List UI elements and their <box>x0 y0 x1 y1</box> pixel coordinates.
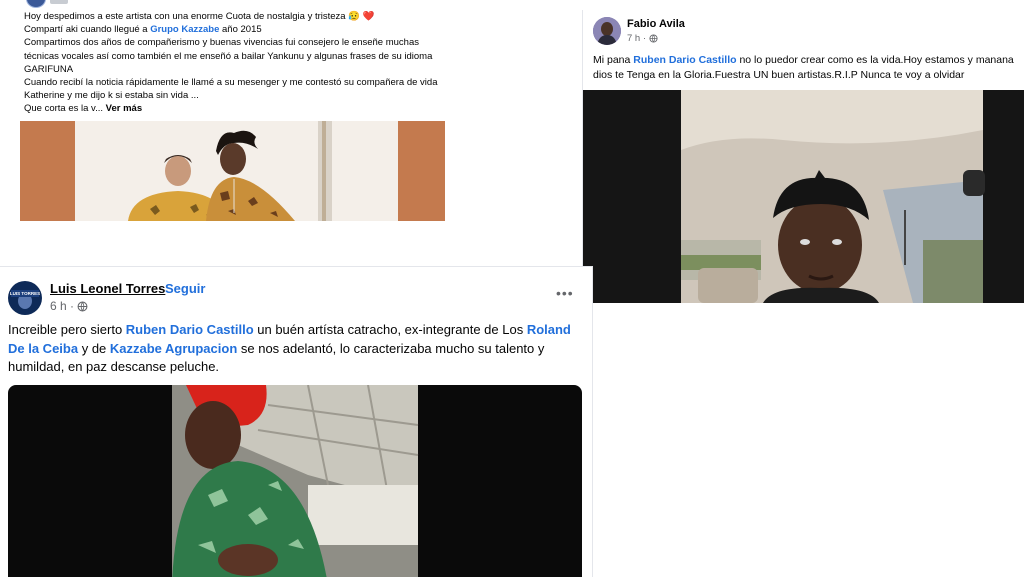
mention-link[interactable]: Kazzabe Agrupacion <box>110 341 237 356</box>
post-3: LUIS TORRES Luis Leonel Torres · Seguir … <box>0 266 593 577</box>
post-video[interactable] <box>8 385 582 577</box>
post-time: 7 h · <box>627 33 658 44</box>
see-more-link[interactable]: Ver más <box>106 103 142 114</box>
post-2: Fabio Avila 7 h · Mi pana Ruben Dario Ca… <box>582 10 1024 305</box>
post-photo[interactable] <box>20 121 445 221</box>
post-time: 6 h · <box>50 299 88 313</box>
author-name[interactable]: Fabio Avila <box>627 18 685 30</box>
post-line: Que corta es la v... Ver más <box>24 103 143 115</box>
author-avatar[interactable] <box>26 0 46 8</box>
post-line: Compartí aki cuando llegué a Grupo Kazza… <box>24 24 262 36</box>
globe-icon <box>77 301 88 312</box>
post-line: GARIFUNA <box>24 63 74 75</box>
post-1: Hoy despedimos a este artista con una en… <box>0 0 582 262</box>
post-line: Compartimos dos años de compañerismo y b… <box>24 37 419 49</box>
post-line: técnicas vocales así como también el me … <box>24 50 433 62</box>
mention-link[interactable]: Ruben Dario Castillo <box>126 322 254 337</box>
follow-button[interactable]: Seguir <box>165 281 205 296</box>
group-link[interactable]: Grupo Kazzabe <box>150 24 219 35</box>
author-avatar[interactable]: LUIS TORRES <box>8 281 42 315</box>
post-line: Cuando recibí la noticia rápidamente le … <box>24 77 438 89</box>
author-avatar[interactable] <box>593 17 621 45</box>
post-text: Hoy despedimos a este artista con una en… <box>24 10 454 116</box>
mention-link[interactable]: Ruben Dario Castillo <box>633 54 736 66</box>
post-photo[interactable] <box>583 90 1024 303</box>
separator-dot: · <box>158 281 163 296</box>
post-text: Increible pero sierto Ruben Dario Castil… <box>8 322 571 374</box>
more-options-icon[interactable]: ••• <box>556 285 574 301</box>
globe-icon <box>649 34 658 43</box>
post-text: Mi pana Ruben Dario Castillo no lo puedo… <box>593 54 1014 81</box>
post-line: Katherine y me dijo k si estaba sin vida… <box>24 90 199 102</box>
avatar-text: LUIS TORRES <box>9 291 41 296</box>
reaction-icons <box>50 0 68 4</box>
author-name[interactable]: Luis Leonel Torres <box>50 281 165 296</box>
post-line: Hoy despedimos a este artista con una en… <box>24 11 375 22</box>
